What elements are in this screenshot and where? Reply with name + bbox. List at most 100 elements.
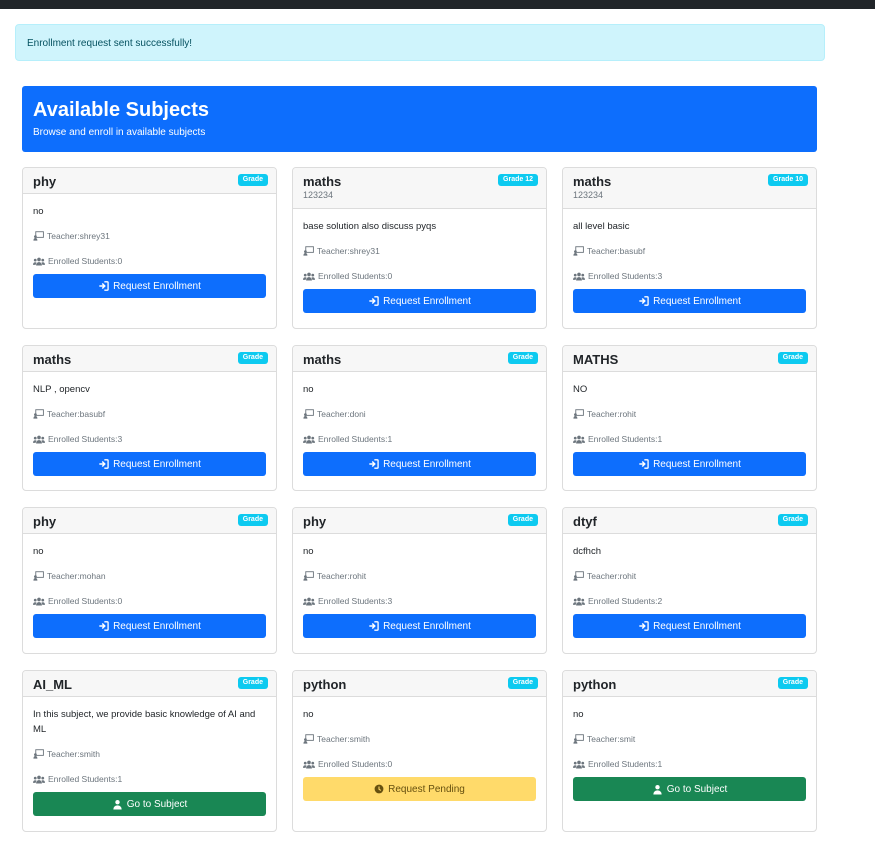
teacher-icon: [33, 749, 44, 759]
enrolled-students-count: 0: [387, 759, 393, 769]
teacher-icon: [573, 734, 584, 744]
sign-in-icon: [638, 296, 649, 306]
card-body: no Teacher: mohan Enrolled Students: 0 Requ…: [23, 534, 276, 653]
users-icon: [303, 760, 315, 769]
teacher-label: Teacher:: [47, 231, 80, 241]
page-subtitle: Browse and enroll in available subjects: [33, 127, 206, 138]
teacher-label: Teacher:: [587, 409, 620, 419]
grade-badge: Grade: [507, 352, 538, 364]
enrolled-students-info: Enrolled Students: 2: [573, 596, 662, 606]
enrolled-students-label: Enrolled Students:: [318, 271, 388, 281]
request-enrollment-button[interactable]: Request Enrollment: [33, 614, 266, 638]
card-body: no Teacher: smit Enrolled Students: 1 Go to…: [563, 697, 816, 831]
teacher-icon: [33, 231, 44, 241]
teacher-icon: [303, 409, 314, 419]
teacher-label: Teacher:: [587, 571, 620, 581]
subject-description: dcfhch: [573, 546, 601, 557]
teacher-info: Teacher: basubf: [33, 409, 105, 419]
grade-badge: Grade: [507, 677, 538, 689]
request-enrollment-button[interactable]: Request Enrollment: [573, 452, 806, 476]
enrolled-students-count: 0: [117, 256, 123, 266]
subject-title: dtyf: [573, 514, 597, 529]
subject-description: In this subject, we provide basic knowle…: [33, 709, 256, 735]
card-body: no Teacher: doni Enrolled Students: 1 Reque…: [293, 372, 546, 490]
request-enrollment-button[interactable]: Request Enrollment: [33, 452, 266, 476]
subject-card: phy Grade no Teacher: rohit Enrolled Student…: [292, 507, 547, 654]
enrolled-students-count: 1: [657, 434, 663, 444]
enrolled-students-count: 3: [117, 434, 123, 444]
card-header: maths 123234 Grade 10: [563, 168, 816, 209]
subject-description: no: [33, 206, 44, 217]
teacher-name: mohan: [79, 571, 106, 581]
enrolled-students-label: Enrolled Students:: [588, 271, 658, 281]
users-icon: [573, 760, 585, 769]
card-header: maths 123234 Grade 12: [293, 168, 546, 209]
request-enrollment-button[interactable]: Request Enrollment: [303, 452, 536, 476]
subject-title: phy: [33, 514, 57, 529]
teacher-name: shrey31: [349, 246, 380, 256]
grade-badge: Grade: [237, 352, 268, 364]
enrolled-students-label: Enrolled Students:: [48, 596, 118, 606]
card-header: python Grade: [563, 671, 816, 697]
enrolled-students-count: 2: [657, 596, 663, 606]
go-to-subject-button[interactable]: Go to Subject: [573, 777, 806, 801]
request-enrollment-button[interactable]: Request Enrollment: [573, 289, 806, 313]
button-label: Request Enrollment: [383, 620, 471, 632]
request-pending-button[interactable]: Request Pending: [303, 777, 536, 801]
grade-badge: Grade: [237, 514, 268, 526]
card-header: phy Grade: [23, 168, 276, 194]
enrolled-students-label: Enrolled Students:: [318, 596, 388, 606]
grade-badge: Grade: [237, 174, 268, 186]
teacher-info: Teacher: basubf: [573, 246, 645, 256]
card-header: MATHS Grade: [563, 346, 816, 372]
subject-card: AI_ML Grade In this subject, we provide ba…: [22, 670, 277, 832]
enrolled-students-label: Enrolled Students:: [318, 434, 388, 444]
sign-in-icon: [368, 296, 379, 306]
card-header: maths Grade: [23, 346, 276, 372]
teacher-label: Teacher:: [317, 734, 350, 744]
teacher-label: Teacher:: [317, 409, 350, 419]
go-to-subject-button[interactable]: Go to Subject: [33, 792, 266, 816]
users-icon: [573, 272, 585, 281]
enrolled-students-label: Enrolled Students:: [48, 434, 118, 444]
enrolled-students-count: 1: [387, 434, 393, 444]
card-body: NLP , opencv Teacher: basubf Enrolled Stud…: [23, 372, 276, 490]
subject-description: no: [303, 709, 314, 720]
teacher-name: smith: [349, 734, 370, 744]
enrolled-students-info: Enrolled Students: 3: [573, 271, 662, 281]
grade-badge: Grade: [777, 352, 808, 364]
request-enrollment-button[interactable]: Request Enrollment: [573, 614, 806, 638]
teacher-icon: [573, 571, 584, 581]
subject-description: no: [303, 384, 314, 395]
enrolled-students-label: Enrolled Students:: [318, 759, 388, 769]
enrolled-students-label: Enrolled Students:: [48, 256, 118, 266]
request-enrollment-button[interactable]: Request Enrollment: [303, 614, 536, 638]
card-body: no Teacher: rohit Enrolled Students: 3 Requ…: [293, 534, 546, 653]
teacher-label: Teacher:: [317, 571, 350, 581]
request-enrollment-button[interactable]: Request Enrollment: [33, 274, 266, 298]
teacher-info: Teacher: rohit: [303, 571, 366, 581]
subject-description: no: [303, 546, 314, 557]
teacher-info: Teacher: smith: [33, 749, 100, 759]
enrolled-students-count: 1: [657, 759, 663, 769]
teacher-info: Teacher: shrey31: [33, 231, 110, 241]
teacher-info: Teacher: mohan: [33, 571, 106, 581]
users-icon: [33, 775, 45, 784]
clock-icon: [374, 784, 384, 794]
subject-card: maths 123234 Grade 10 all level basic Teache…: [562, 167, 817, 329]
button-label: Request Enrollment: [653, 458, 741, 470]
teacher-name: doni: [349, 409, 366, 419]
subject-description: no: [33, 546, 44, 557]
teacher-icon: [303, 571, 314, 581]
button-label: Request Enrollment: [113, 458, 201, 470]
teacher-name: basubf: [619, 246, 646, 256]
request-enrollment-button[interactable]: Request Enrollment: [303, 289, 536, 313]
sign-in-icon: [638, 621, 649, 631]
subject-title: phy: [33, 174, 57, 189]
enrolled-students-info: Enrolled Students: 0: [33, 596, 122, 606]
button-label: Request Enrollment: [653, 620, 741, 632]
enrolled-students-count: 1: [117, 774, 123, 784]
teacher-label: Teacher:: [587, 734, 620, 744]
teacher-info: Teacher: shrey31: [303, 246, 380, 256]
subject-code: 123234: [303, 190, 334, 200]
